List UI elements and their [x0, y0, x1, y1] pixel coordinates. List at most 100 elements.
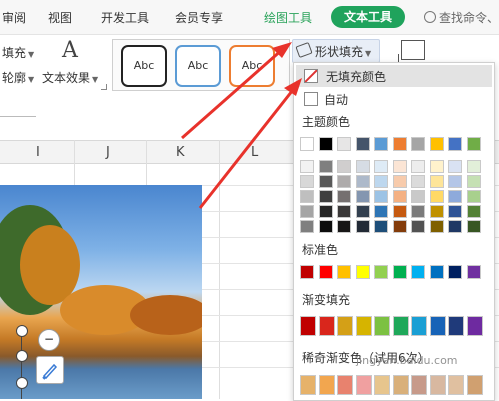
color-swatch[interactable] [411, 190, 425, 203]
color-swatch[interactable] [318, 205, 333, 218]
style-sample-black[interactable]: Abc [121, 45, 167, 87]
color-swatch[interactable] [337, 160, 351, 173]
color-swatch[interactable] [448, 316, 464, 336]
color-swatch[interactable] [448, 205, 462, 218]
color-swatch[interactable] [355, 316, 372, 336]
color-swatch[interactable] [448, 220, 462, 233]
color-swatch[interactable] [411, 175, 425, 188]
color-swatch[interactable] [355, 220, 370, 233]
color-swatch[interactable] [318, 316, 335, 336]
color-swatch[interactable] [355, 190, 370, 203]
color-swatch[interactable] [411, 375, 427, 395]
color-swatch[interactable] [300, 316, 316, 336]
color-swatch[interactable] [300, 190, 314, 203]
color-swatch[interactable] [300, 175, 314, 188]
color-swatch[interactable] [337, 265, 351, 279]
color-swatch[interactable] [429, 375, 446, 395]
color-swatch[interactable] [300, 205, 314, 218]
color-swatch[interactable] [318, 265, 333, 279]
color-swatch[interactable] [392, 160, 407, 173]
text-effects-button[interactable]: 文本效果 ▼ [42, 69, 98, 86]
color-swatch[interactable] [466, 137, 481, 151]
resize-handle[interactable] [16, 377, 28, 389]
color-swatch[interactable] [429, 137, 444, 151]
tab-review[interactable]: 审阅 [2, 9, 26, 26]
color-swatch[interactable] [374, 316, 390, 336]
color-swatch[interactable] [337, 375, 353, 395]
color-swatch[interactable] [318, 190, 333, 203]
style-sample-orange[interactable]: Abc [229, 45, 275, 87]
color-swatch[interactable] [355, 265, 370, 279]
color-swatch[interactable] [392, 220, 407, 233]
color-swatch[interactable] [448, 375, 464, 395]
color-swatch[interactable] [429, 175, 444, 188]
column-header-i[interactable]: I [36, 145, 40, 160]
color-swatch[interactable] [466, 265, 481, 279]
color-swatch[interactable] [466, 220, 481, 233]
color-swatch[interactable] [374, 190, 388, 203]
color-swatch[interactable] [411, 265, 425, 279]
color-swatch[interactable] [337, 316, 353, 336]
color-swatch[interactable] [300, 265, 314, 279]
color-swatch[interactable] [392, 205, 407, 218]
inserted-photo[interactable] [0, 185, 202, 399]
color-swatch[interactable] [337, 205, 351, 218]
shape-edit-icon[interactable] [398, 40, 425, 63]
tab-draw-tools[interactable]: 绘图工具 [264, 9, 312, 26]
color-swatch[interactable] [374, 137, 388, 151]
color-swatch[interactable] [429, 220, 444, 233]
color-swatch[interactable] [392, 190, 407, 203]
tab-text-tools[interactable]: 文本工具 [331, 6, 405, 28]
color-swatch[interactable] [374, 265, 388, 279]
color-swatch[interactable] [337, 137, 351, 151]
column-header-l[interactable]: L [251, 145, 258, 160]
color-swatch[interactable] [374, 175, 388, 188]
collapse-icon[interactable]: − [38, 329, 60, 351]
color-swatch[interactable] [392, 175, 407, 188]
color-swatch[interactable] [411, 160, 425, 173]
color-swatch[interactable] [429, 205, 444, 218]
color-swatch[interactable] [300, 220, 314, 233]
color-swatch[interactable] [318, 160, 333, 173]
color-swatch[interactable] [300, 137, 314, 151]
shape-fill-button[interactable]: 形状填充 ▼ [292, 39, 380, 63]
color-swatch[interactable] [448, 137, 462, 151]
resize-handle[interactable] [16, 325, 28, 337]
color-swatch[interactable] [337, 220, 351, 233]
color-swatch[interactable] [355, 137, 370, 151]
color-swatch[interactable] [466, 375, 483, 395]
outline-dropdown[interactable]: 轮廓 ▼ [2, 69, 34, 86]
color-swatch[interactable] [355, 205, 370, 218]
color-swatch[interactable] [337, 175, 351, 188]
color-swatch[interactable] [318, 175, 333, 188]
menu-item-no-fill[interactable]: 无填充颜色 [296, 65, 492, 87]
color-swatch[interactable] [300, 160, 314, 173]
color-swatch[interactable] [466, 205, 481, 218]
tab-member[interactable]: 会员专享 [175, 9, 223, 26]
color-swatch[interactable] [429, 190, 444, 203]
color-swatch[interactable] [411, 316, 427, 336]
color-swatch[interactable] [392, 316, 409, 336]
color-swatch[interactable] [374, 220, 388, 233]
color-swatch[interactable] [448, 190, 462, 203]
color-swatch[interactable] [466, 160, 481, 173]
fill-dropdown[interactable]: 填充 ▼ [2, 44, 34, 61]
color-swatch[interactable] [355, 160, 370, 173]
tab-dev-tools[interactable]: 开发工具 [101, 9, 149, 26]
color-swatch[interactable] [392, 375, 409, 395]
text-effects-icon[interactable]: A [62, 38, 78, 63]
color-swatch[interactable] [318, 375, 335, 395]
color-swatch[interactable] [318, 220, 333, 233]
column-header-k[interactable]: K [176, 145, 185, 160]
color-swatch[interactable] [411, 220, 425, 233]
column-header-j[interactable]: J [106, 145, 110, 160]
resize-handle[interactable] [16, 350, 28, 362]
color-swatch[interactable] [374, 160, 388, 173]
color-swatch[interactable] [466, 175, 481, 188]
group-expand-icon[interactable] [101, 84, 107, 90]
color-swatch[interactable] [429, 265, 444, 279]
color-swatch[interactable] [392, 137, 407, 151]
color-swatch[interactable] [374, 375, 390, 395]
color-swatch[interactable] [466, 316, 483, 336]
color-swatch[interactable] [355, 175, 370, 188]
